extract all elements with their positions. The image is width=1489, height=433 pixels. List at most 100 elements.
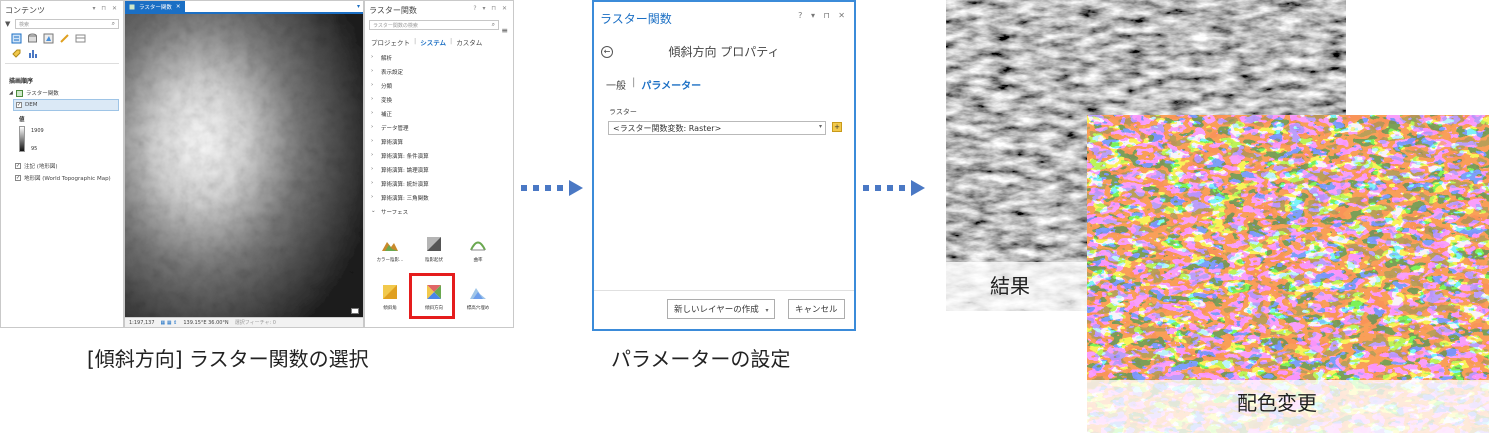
chevron-right-icon[interactable]: ›	[371, 54, 376, 62]
dropdown-arrow-icon[interactable]: ▾	[819, 123, 822, 130]
tab-parameters[interactable]: パラメーター	[641, 77, 701, 92]
overview-icon[interactable]	[351, 308, 359, 314]
tile-elevation-void-fill[interactable]: 標高穴埋め	[456, 285, 500, 311]
category-label: 解析	[381, 56, 393, 62]
step2-caption: パラメーターの設定	[611, 347, 791, 371]
chevron-right-icon[interactable]: ›	[371, 110, 376, 118]
contents-toolbar	[1, 29, 123, 44]
category-label: 表示設定	[381, 70, 404, 76]
category-item[interactable]: › 算術演算: 条件演算	[365, 149, 513, 163]
category-label: 算術演算	[381, 140, 404, 146]
category-item[interactable]: › 分類	[365, 79, 513, 93]
category-item[interactable]: › データ管理	[365, 121, 513, 135]
filter-icon[interactable]: ▼	[5, 20, 10, 28]
dialog-tabs: 一般 | パラメーター	[606, 77, 701, 92]
tab-system[interactable]: システム	[420, 37, 446, 47]
search-placeholder: ラスター関数の検索	[373, 23, 418, 29]
pane-window-controls[interactable]: ▾ ⊓ ✕	[92, 5, 119, 12]
create-new-layer-button[interactable]: 新しいレイヤーの作成 ▾	[667, 299, 776, 319]
dem-map-canvas[interactable]	[125, 14, 363, 318]
tile-slope[interactable]: 傾斜角	[368, 285, 412, 311]
map-status-bar: 1:197,137 ▦ ▦ ⇕ 139.15°E 36.00°N 選択フィーチャ…	[125, 317, 363, 327]
tab-project[interactable]: プロジェクト	[371, 37, 410, 47]
category-label: 分類	[381, 84, 393, 90]
recolored-aspect-image: 配色変更	[1087, 115, 1489, 433]
category-item[interactable]: › 変換	[365, 93, 513, 107]
hillshade-icon	[427, 237, 441, 251]
category-item[interactable]: › 表示設定	[365, 65, 513, 79]
contents-pane: コンテンツ ▾ ⊓ ✕ ▼ 検索 ⌕ 描画順序 ◢ ラスター関数 ✓ DEM 値…	[0, 0, 124, 328]
layer-checkbox[interactable]: ✓	[16, 102, 22, 108]
chevron-down-icon[interactable]: ▾	[357, 3, 360, 10]
add-raster-icon[interactable]: +	[832, 122, 842, 132]
chevron-right-icon[interactable]: ›	[371, 152, 376, 160]
data-source-icon[interactable]	[27, 33, 38, 44]
contents-pane-header: コンテンツ ▾ ⊓ ✕	[1, 1, 123, 16]
flow-arrow-1	[521, 180, 583, 196]
flow-arrow-2	[863, 180, 925, 196]
raster-function-tabs: プロジェクト | システム | カスタム	[371, 37, 483, 47]
category-label: データ管理	[381, 126, 409, 132]
search-icon[interactable]: ⌕	[112, 20, 115, 28]
map-scale[interactable]: 1:197,137	[129, 320, 155, 326]
layer-label: 地形図 (World Topographic Map)	[24, 176, 111, 182]
layer-checkbox[interactable]: ✓	[15, 175, 21, 181]
layer-checkbox[interactable]: ✓	[15, 163, 21, 169]
chevron-right-icon[interactable]: ›	[371, 82, 376, 90]
cancel-button[interactable]: キャンセル	[788, 299, 845, 319]
chevron-down-icon[interactable]: ▾	[765, 307, 768, 314]
chevron-right-icon[interactable]: ›	[371, 124, 376, 132]
selection-icon[interactable]	[43, 33, 54, 44]
pane-window-controls[interactable]: ? ▾ ⊓ ✕	[473, 5, 509, 12]
chevron-right-icon[interactable]: ›	[371, 96, 376, 104]
chevron-down-icon[interactable]: ⌄	[371, 208, 376, 216]
chevron-right-icon[interactable]: ›	[371, 138, 376, 146]
category-item[interactable]: › 算術演算	[365, 135, 513, 149]
contents-search-input[interactable]: 検索 ⌕	[15, 19, 119, 29]
category-item[interactable]: › 解析	[365, 51, 513, 65]
map-tab[interactable]: ラスター関数 ✕	[125, 1, 185, 12]
category-item[interactable]: › 算術演算: 論理演算	[365, 163, 513, 177]
editing-icon[interactable]	[59, 33, 70, 44]
map-icon	[129, 4, 135, 9]
chevron-right-icon[interactable]: ›	[371, 68, 376, 76]
search-icon[interactable]: ⌕	[492, 21, 495, 29]
tab-custom[interactable]: カスタム	[456, 37, 482, 47]
legend-min: 95	[31, 146, 38, 152]
raster-function-search-input[interactable]: ラスター関数の検索 ⌕	[369, 20, 499, 30]
dialog-window-controls[interactable]: ? ▾ ⊓ ✕	[798, 11, 848, 20]
category-item[interactable]: ⌄ サーフェス	[365, 205, 513, 219]
layer-annotation[interactable]: ✓ 注記 (地形図)	[1, 160, 123, 172]
chevron-right-icon[interactable]: ›	[371, 180, 376, 188]
aspect-highlight-box	[409, 273, 455, 319]
category-item[interactable]: › 補正	[365, 107, 513, 121]
result-caption: 結果	[990, 274, 1030, 298]
tile-curvature[interactable]: 曲率	[456, 237, 500, 263]
raster-functions-pane: ラスター関数 ? ▾ ⊓ ✕ ラスター関数の検索 ⌕ ≡ プロジェクト | シス…	[364, 0, 514, 328]
layer-basemap[interactable]: ✓ 地形図 (World Topographic Map)	[1, 172, 123, 184]
tile-color-hillshade[interactable]: カラー陰影…	[368, 237, 412, 263]
chevron-right-icon[interactable]: ›	[371, 194, 376, 202]
category-item[interactable]: › 算術演算: 統計演算	[365, 177, 513, 191]
dialog-heading: 傾斜方向 プロパティ	[668, 45, 780, 59]
tile-label: 傾斜角	[383, 306, 397, 311]
contents-pane-title: コンテンツ	[5, 6, 45, 15]
labeling-icon[interactable]	[11, 48, 22, 59]
close-icon[interactable]: ✕	[176, 4, 181, 10]
chart-icon[interactable]	[27, 48, 38, 59]
contents-toolbar-row2	[1, 44, 123, 59]
tile-label: カラー陰影…	[376, 258, 404, 263]
collapse-arrow-icon[interactable]: ◢	[9, 90, 13, 96]
raster-functions-title: ラスター関数	[369, 6, 417, 15]
tab-general[interactable]: 一般	[606, 77, 626, 92]
snapping-icon[interactable]	[75, 33, 86, 44]
map-item[interactable]: ◢ ラスター関数	[1, 87, 123, 99]
layer-dem[interactable]: ✓ DEM	[13, 99, 119, 111]
drawing-order-icon[interactable]	[11, 33, 22, 44]
grid-icon[interactable]: ▦ ▦ ⇕	[161, 320, 178, 326]
raster-input-dropdown[interactable]: <ラスター関数変数: Raster> ▾	[608, 121, 826, 135]
chevron-right-icon[interactable]: ›	[371, 166, 376, 174]
menu-icon[interactable]: ≡	[501, 26, 508, 35]
tile-hillshade[interactable]: 陰影起伏	[412, 237, 456, 263]
category-item[interactable]: › 算術演算: 三角関数	[365, 191, 513, 205]
